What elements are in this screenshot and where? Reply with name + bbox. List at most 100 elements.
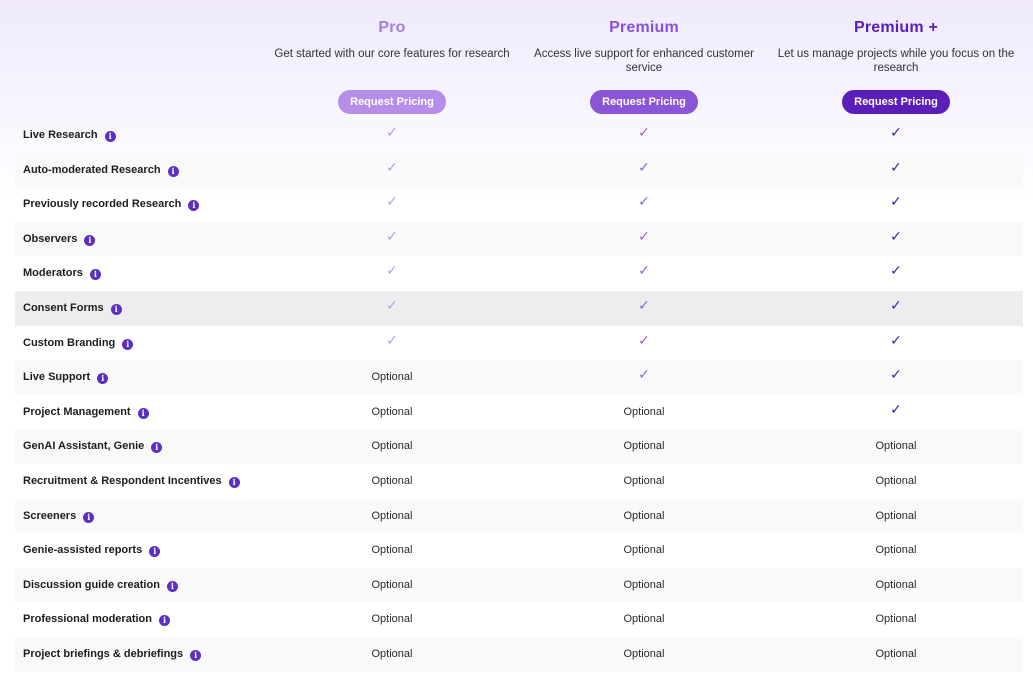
table-row: Live Support i Optional ✓ ✓ xyxy=(15,360,1023,395)
optional-label: Optional xyxy=(875,544,917,557)
feature-label: Project Management xyxy=(23,405,131,418)
plan-title: Premium + xyxy=(853,19,939,36)
pricing-table: Pro Get started with our core features fo… xyxy=(15,0,1023,672)
table-row: Professional moderation i Optional Optional… xyxy=(15,602,1023,637)
check-icon: ✓ xyxy=(890,158,902,175)
request-pricing-button[interactable]: Request Pricing xyxy=(338,90,446,114)
check-icon: ✓ xyxy=(638,366,650,383)
request-pricing-button[interactable]: Request Pricing xyxy=(590,90,698,114)
info-icon[interactable]: i xyxy=(84,234,96,246)
feature-label: Live Research xyxy=(23,129,98,141)
plan-title: Premium xyxy=(609,19,679,36)
info-icon[interactable]: i xyxy=(104,131,116,142)
plan-column-2: Premium Access live support for enhanced … xyxy=(524,0,764,114)
feature-label: Discussion guide creation xyxy=(23,578,160,591)
table-row: Previously recorded Research i ✓ ✓ ✓ xyxy=(15,187,1023,222)
table-row: Moderators i ✓ ✓ ✓ xyxy=(15,256,1023,291)
optional-label: Optional xyxy=(371,544,413,557)
info-icon[interactable]: i xyxy=(83,511,95,523)
feature-name: Discussion guide creation i xyxy=(23,568,178,603)
feature-name: Live Research i xyxy=(23,118,116,153)
optional-label: Optional xyxy=(875,509,917,522)
table-row: Project Management i Optional Optional ✓ xyxy=(15,395,1023,430)
optional-label: Optional xyxy=(371,647,413,660)
optional-label: Optional xyxy=(371,578,413,591)
table-row: Consent Forms i ✓ ✓ ✓ xyxy=(15,290,1023,326)
table-row: GenAI Assistant, Genie i Optional Optional O… xyxy=(15,429,1023,464)
optional-label: Optional xyxy=(371,440,413,453)
info-icon[interactable]: i xyxy=(190,649,202,661)
optional-label: Optional xyxy=(371,474,413,487)
plan-description: Let us manage projects while you focus o… xyxy=(777,48,1015,74)
optional-label: Optional xyxy=(875,474,917,487)
feature-name: Genie-assisted reports i xyxy=(23,533,161,568)
optional-label: Optional xyxy=(371,405,413,418)
check-icon: ✓ xyxy=(890,366,902,383)
check-icon: ✓ xyxy=(890,296,902,313)
feature-label: Genie-assisted reports xyxy=(23,544,143,557)
table-row: Live Research i ✓ ✓ ✓ xyxy=(15,118,1023,153)
check-icon: ✓ xyxy=(638,124,650,140)
plan-column-3: Premium + Let us manage projects while yo… xyxy=(776,0,1016,114)
info-icon[interactable]: i xyxy=(151,442,163,454)
table-row: Observers i ✓ ✓ ✓ xyxy=(15,221,1023,257)
info-icon[interactable]: i xyxy=(137,407,149,419)
info-icon[interactable]: i xyxy=(89,269,101,281)
feature-label: Previously recorded Research xyxy=(23,198,182,211)
info-icon[interactable]: i xyxy=(122,338,134,350)
plan-title: Pro xyxy=(378,19,406,36)
optional-label: Optional xyxy=(875,578,917,591)
optional-label: Optional xyxy=(371,509,413,522)
check-icon: ✓ xyxy=(890,124,902,140)
check-icon: ✓ xyxy=(386,193,398,210)
table-row: Custom Branding i ✓ ✓ ✓ xyxy=(15,326,1023,361)
feature-label: Custom Branding xyxy=(23,336,116,349)
check-icon: ✓ xyxy=(890,331,902,348)
check-icon: ✓ xyxy=(890,262,902,279)
feature-label: Moderators xyxy=(23,267,83,280)
info-icon[interactable]: i xyxy=(110,303,122,315)
optional-label: Optional xyxy=(371,371,413,384)
table-row: Project briefings & debriefings i Optional… xyxy=(15,636,1023,672)
feature-name: Professional moderation i xyxy=(23,602,170,637)
check-icon: ✓ xyxy=(386,296,398,313)
check-icon: ✓ xyxy=(890,193,902,210)
optional-label: Optional xyxy=(623,509,665,522)
feature-label: Observers xyxy=(23,232,78,245)
optional-label: Optional xyxy=(623,647,665,660)
table-row: Genie-assisted reports i Optional Optional O… xyxy=(15,533,1023,568)
plan-description: Get started with our core features for r… xyxy=(274,48,510,60)
table-row: Discussion guide creation i Optional Option… xyxy=(15,567,1023,603)
feature-name: GenAI Assistant, Genie i xyxy=(23,429,163,464)
plan-column-1: Pro Get started with our core features fo… xyxy=(272,0,512,114)
feature-label: Live Support xyxy=(23,371,91,384)
optional-label: Optional xyxy=(623,440,665,453)
feature-label: Professional moderation xyxy=(23,613,152,626)
check-icon: ✓ xyxy=(638,262,650,279)
info-icon[interactable]: i xyxy=(158,615,170,627)
optional-label: Optional xyxy=(623,474,665,487)
info-icon[interactable]: i xyxy=(228,476,240,488)
info-icon[interactable]: i xyxy=(166,580,178,592)
info-icon[interactable]: i xyxy=(97,373,109,385)
info-icon[interactable]: i xyxy=(167,165,179,177)
request-pricing-button[interactable]: Request Pricing xyxy=(842,90,950,114)
feature-label: Project briefings & debriefings xyxy=(23,647,184,660)
feature-name: Project Management i xyxy=(23,395,149,430)
info-icon[interactable]: i xyxy=(188,200,200,212)
feature-name: Consent Forms i xyxy=(23,291,122,326)
info-icon[interactable]: i xyxy=(149,546,161,558)
optional-label: Optional xyxy=(371,613,413,626)
optional-label: Optional xyxy=(875,613,917,626)
feature-name: Screeners i xyxy=(23,499,95,534)
feature-label: Consent Forms xyxy=(23,301,104,314)
feature-label: GenAI Assistant, Genie xyxy=(23,440,145,453)
feature-name: Observers i xyxy=(23,222,96,257)
plan-header-row: Pro Get started with our core features fo… xyxy=(15,0,1023,118)
check-icon: ✓ xyxy=(638,158,650,175)
feature-name: Auto-moderated Research i xyxy=(23,153,179,188)
table-row: Screeners i Optional Optional Optional xyxy=(15,498,1023,534)
check-icon: ✓ xyxy=(386,124,398,140)
feature-name: Recruitment & Respondent Incentives i xyxy=(23,464,240,499)
feature-label: Auto-moderated Research xyxy=(23,163,161,176)
